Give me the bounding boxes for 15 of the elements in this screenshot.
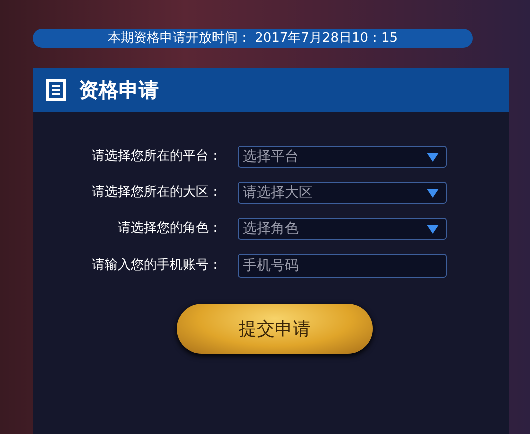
field-label: 请选择您所在的大区： (91, 184, 223, 202)
dropdown-arrow-icon (427, 224, 439, 234)
dropdown-arrow-icon (427, 152, 439, 162)
dropdown-arrow-icon (427, 188, 439, 198)
submit-button[interactable]: 提交申请 (177, 304, 373, 354)
field-label: 请输入您的手机账号： (91, 257, 223, 276)
schedule-banner: 本期资格申请开放时间： 2017年7月28日10：15 (33, 29, 473, 48)
panel-title: 资格申请 (79, 77, 159, 104)
field-label: 请选择您所在的平台： (91, 148, 223, 166)
select-field[interactable]: 选择角色 (238, 218, 447, 240)
field-label: 请选择您的角色： (117, 220, 223, 238)
select-field[interactable]: 请选择大区 (238, 182, 447, 204)
select-field[interactable]: 选择平台 (238, 146, 447, 168)
phone-input-field[interactable]: 手机号码 (238, 254, 447, 278)
document-icon (46, 79, 66, 101)
